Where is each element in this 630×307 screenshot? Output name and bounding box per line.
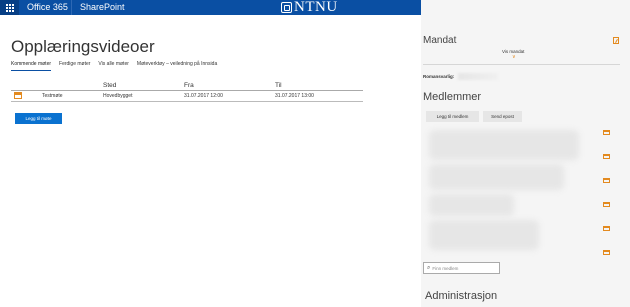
tab-upcoming-meetings[interactable]: Kommende møter (11, 61, 52, 71)
calendar-icon (14, 92, 22, 99)
room-responsible-label: Romansvarlig: (423, 74, 455, 79)
divider (423, 64, 620, 65)
meeting-location: Hovedbygget (103, 92, 133, 99)
administration-heading: Administrasjon (425, 290, 498, 302)
add-meeting-button[interactable]: Legg til møte (15, 113, 62, 124)
meeting-to: 31.07.2017 13:00 (275, 92, 314, 99)
email-icon[interactable] (603, 250, 610, 255)
meeting-title[interactable]: Testmøte (42, 93, 63, 99)
waffle-icon (5, 3, 14, 12)
tab-all-meetings[interactable]: Vis alle møter (98, 61, 128, 71)
members-heading: Medlemmer (423, 91, 482, 103)
members-list (421, 126, 620, 255)
chevron-down-icon[interactable]: ∨ (512, 55, 516, 60)
find-member-input[interactable] (432, 265, 497, 271)
email-icon[interactable] (603, 154, 610, 159)
page-title: Opplæringsvideoer (11, 37, 155, 56)
add-member-button[interactable]: Legg til medlem (426, 111, 479, 122)
email-icon[interactable] (603, 226, 610, 231)
column-header-location: Sted (103, 81, 184, 91)
email-icon[interactable] (603, 178, 610, 183)
list-item (429, 220, 539, 250)
sharepoint-app-link[interactable]: SharePoint (71, 0, 133, 15)
email-icon[interactable] (603, 202, 610, 207)
room-responsible-value (458, 73, 498, 80)
tab-meeting-tools-guide[interactable]: Møteverktøy – veiledning på Innsida (137, 61, 217, 71)
app-launcher-button[interactable] (0, 0, 19, 15)
edit-icon[interactable] (613, 37, 619, 44)
list-item (429, 164, 564, 190)
column-header-to: Til (275, 81, 363, 91)
table-row[interactable]: Testmøte Hovedbygget 31.07.2017 12:00 31… (11, 90, 363, 101)
list-item (429, 130, 579, 160)
column-header-from: Fra (184, 81, 275, 91)
email-icon[interactable] (603, 130, 610, 135)
ntnu-logo-mark-icon (281, 2, 292, 13)
send-email-button[interactable]: Send epost (483, 111, 522, 122)
mandate-heading: Mandat (423, 35, 457, 46)
table-header: Sted Fra Til (11, 81, 363, 91)
ntnu-logo[interactable]: NTNU (281, 0, 338, 15)
list-item (429, 194, 514, 216)
column-header-title (11, 81, 103, 91)
meeting-from: 31.07.2017 12:00 (184, 92, 223, 99)
office365-brand[interactable]: Office 365 (27, 2, 68, 12)
meetings-table: Sted Fra Til Testmøte Hovedbygget 31.07.… (11, 81, 363, 102)
find-member-search[interactable]: ⌕ (423, 262, 500, 274)
ntnu-logo-text: NTNU (294, 0, 338, 15)
search-icon: ⌕ (427, 264, 431, 271)
meeting-tabs: Kommende møter Ferdige møter Vis alle mø… (11, 61, 217, 71)
tab-finished-meetings[interactable]: Ferdige møter (59, 61, 90, 71)
